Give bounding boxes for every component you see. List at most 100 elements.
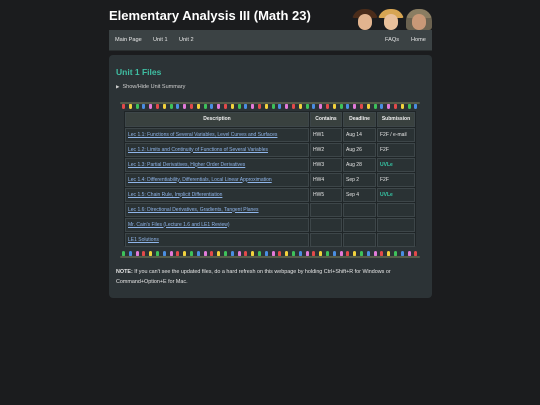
light-bulb-icon <box>271 104 275 109</box>
light-bulb-icon <box>264 104 268 109</box>
light-bulb-icon <box>346 104 350 109</box>
nav-home[interactable]: Home <box>411 30 426 50</box>
string-lights-top <box>122 104 422 110</box>
light-bulb-icon <box>142 251 146 256</box>
description-cell: Lec 1.4: Differentiability, Differential… <box>125 172 309 187</box>
light-bulb-icon <box>149 251 153 256</box>
light-bulb-icon <box>251 104 255 109</box>
column-header-contains: Contains <box>310 112 342 127</box>
light-bulb-icon <box>237 251 241 256</box>
light-bulb-icon <box>169 251 173 256</box>
deadline-cell: Aug 14 <box>343 127 376 142</box>
column-header-deadline: Deadline <box>343 112 376 127</box>
light-bulb-icon <box>122 104 125 109</box>
light-bulb-icon <box>244 251 248 256</box>
note-text: If you can't see the updated files, do a… <box>116 269 391 285</box>
light-bulb-icon <box>394 104 397 109</box>
note-label: NOTE: <box>116 269 133 275</box>
light-bulb-icon <box>149 104 153 109</box>
light-bulb-icon <box>196 251 200 256</box>
nav-unit-1[interactable]: Unit 1 <box>153 30 168 50</box>
submission-cell: F2F <box>377 172 415 187</box>
light-bulb-icon <box>373 104 377 109</box>
light-bulb-icon <box>135 104 139 109</box>
light-bulb-icon <box>380 104 384 109</box>
nav-unit-2[interactable]: Unit 2 <box>179 30 194 50</box>
light-bulb-icon <box>203 251 207 256</box>
light-bulb-icon <box>237 104 241 109</box>
unit-summary-toggle[interactable]: ▶ Show/Hide Unit Summary <box>116 84 185 90</box>
light-bulb-icon <box>258 104 261 109</box>
light-bulb-icon <box>128 104 132 109</box>
light-bulb-icon <box>278 104 282 109</box>
light-bulb-icon <box>183 251 187 256</box>
light-bulb-icon <box>305 104 309 109</box>
light-bulb-icon <box>285 104 289 109</box>
column-header-description: Description <box>125 112 309 127</box>
light-bulb-icon <box>319 104 323 109</box>
light-bulb-icon <box>380 251 384 256</box>
light-bulb-icon <box>319 251 323 256</box>
light-bulb-icon <box>414 104 418 109</box>
light-bulb-icon <box>224 251 227 256</box>
avatar <box>406 9 432 30</box>
light-bulb-icon <box>326 104 329 109</box>
light-bulb-icon <box>230 251 234 256</box>
deadline-cell <box>343 202 376 217</box>
table-row: Lec 1.4: Differentiability, Differential… <box>125 172 415 187</box>
light-bulb-icon <box>312 104 316 109</box>
lecture-link[interactable]: Mr. Cain's Files (Lecture 1.6 and LE1 Re… <box>128 222 230 228</box>
lecture-link[interactable]: Lec 1.4: Differentiability, Differential… <box>128 177 272 183</box>
light-bulb-icon <box>142 104 146 109</box>
light-bulb-icon <box>135 251 139 256</box>
light-bulb-icon <box>210 104 214 109</box>
light-bulb-icon <box>230 104 234 109</box>
light-bulb-icon <box>258 251 261 256</box>
lecture-link[interactable]: Lec 1.1: Functions of Several Variables,… <box>128 132 277 138</box>
light-bulb-icon <box>169 104 173 109</box>
description-cell: LE1 Solutions <box>125 232 309 247</box>
table-row: Lec 1.3: Partial Derivatives, Higher Ord… <box>125 157 415 172</box>
lecture-link[interactable]: Lec 1.5: Chain Rule, Implicit Differenti… <box>128 192 222 198</box>
light-bulb-icon <box>407 251 411 256</box>
header-avatars <box>352 8 432 30</box>
light-bulb-icon <box>292 104 295 109</box>
light-bulb-icon <box>326 251 329 256</box>
light-bulb-icon <box>373 251 377 256</box>
triangle-right-icon: ▶ <box>116 84 120 89</box>
nav-faqs[interactable]: FAQs <box>385 30 399 50</box>
deadline-cell: Aug 28 <box>343 157 376 172</box>
light-bulb-icon <box>400 251 404 256</box>
avatar <box>378 9 404 30</box>
files-table: Description Contains Deadline Submission… <box>124 111 416 247</box>
description-cell: Lec 1.3: Partial Derivatives, Higher Ord… <box>125 157 309 172</box>
lecture-link[interactable]: Lec 1.3: Partial Derivatives, Higher Ord… <box>128 162 245 168</box>
column-header-submission: Submission <box>377 112 415 127</box>
deadline-cell <box>343 232 376 247</box>
nav-main-page[interactable]: Main Page <box>115 30 142 50</box>
table-row: Mr. Cain's Files (Lecture 1.6 and LE1 Re… <box>125 217 415 232</box>
refresh-note: NOTE: If you can't see the updated files… <box>116 268 421 287</box>
description-cell: Lec 1.1: Functions of Several Variables,… <box>125 127 309 142</box>
light-bulb-icon <box>190 104 193 109</box>
page-title: Unit 1 Files <box>116 67 162 77</box>
light-bulb-icon <box>251 251 255 256</box>
site-title: Elementary Analysis III (Math 23) <box>109 8 311 23</box>
light-bulb-icon <box>298 251 302 256</box>
light-bulb-icon <box>387 251 391 256</box>
submission-cell: F2F <box>377 142 415 157</box>
submission-cell: F2F / e-mail <box>377 127 415 142</box>
light-bulb-icon <box>292 251 295 256</box>
light-bulb-icon <box>394 251 397 256</box>
light-bulb-icon <box>224 104 227 109</box>
light-bulb-icon <box>353 104 357 109</box>
light-bulb-icon <box>332 104 336 109</box>
light-bulb-icon <box>312 251 316 256</box>
table-row: Lec 1.2: Limits and Continuity of Functi… <box>125 142 415 157</box>
light-bulb-icon <box>128 251 132 256</box>
avatar <box>352 9 378 30</box>
table-row: Lec 1.6: Directional Derivatives, Gradie… <box>125 202 415 217</box>
lecture-link[interactable]: Lec 1.2: Limits and Continuity of Functi… <box>128 147 268 153</box>
lecture-link[interactable]: LE1 Solutions <box>128 237 159 243</box>
lecture-link[interactable]: Lec 1.6: Directional Derivatives, Gradie… <box>128 207 259 213</box>
